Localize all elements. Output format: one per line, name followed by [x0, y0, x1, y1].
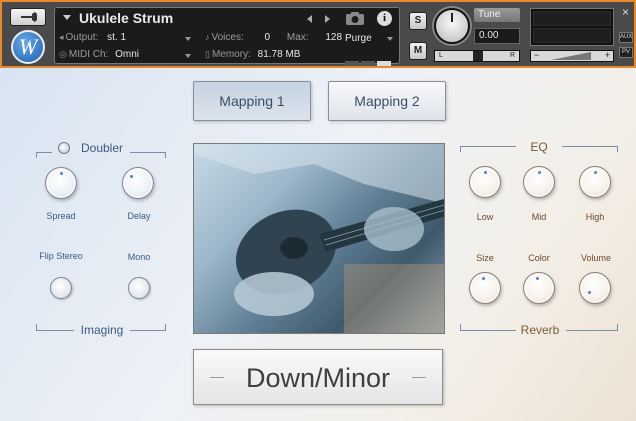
pan-handle[interactable] [473, 51, 483, 61]
previous-instrument-icon[interactable] [307, 15, 312, 23]
output-dropdown-arrow-icon[interactable] [185, 37, 191, 41]
tune-value[interactable]: 0.00 [474, 28, 520, 44]
tune-knob[interactable] [434, 8, 470, 44]
spread-knob[interactable] [45, 167, 77, 199]
mapping-1-button[interactable]: Mapping 1 [193, 81, 311, 121]
eq-title: EQ [530, 140, 548, 154]
midi-channel-row[interactable]: ◎ MIDI Ch: Omni [59, 49, 139, 60]
volume-slider[interactable]: − + [530, 50, 614, 62]
pv-button[interactable]: PV [619, 47, 633, 58]
midi-dropdown-arrow-icon[interactable] [185, 54, 191, 58]
tune-label: Tune [474, 8, 520, 22]
memory-icon: ▯ [205, 49, 210, 59]
doubler-title: Doubler [80, 141, 124, 155]
reverb-size-knob[interactable] [469, 272, 501, 304]
eq-high-knob[interactable] [579, 166, 611, 198]
flip-stereo-toggle[interactable] [50, 277, 72, 299]
camera-icon[interactable] [345, 11, 365, 26]
reverb-title: Reverb [520, 323, 560, 337]
purge-dropdown-arrow-icon[interactable] [387, 37, 393, 41]
mapping-2-button[interactable]: Mapping 2 [328, 81, 446, 121]
eq-mid-knob[interactable] [523, 166, 555, 198]
mute-button[interactable]: M [409, 42, 427, 60]
midi-channel-value: Omni [115, 49, 139, 60]
output-value: st. 1 [107, 32, 127, 43]
reverb-color-label: Color [528, 253, 550, 263]
reverb-volume-label: Volume [580, 253, 612, 263]
voices-row: ♪ Voices: 0 Max: 128 [205, 32, 343, 43]
delay-label: Delay [127, 211, 151, 221]
level-meter-left [533, 11, 611, 26]
imaging-title: Imaging [80, 323, 124, 337]
next-instrument-icon[interactable] [325, 15, 330, 23]
purge-button[interactable]: Purge [345, 33, 372, 44]
max-voices-value[interactable]: 128 [325, 32, 342, 43]
doubler-toggle[interactable] [58, 142, 70, 154]
eq-low-knob[interactable] [469, 166, 501, 198]
output-icon: ◂ [59, 32, 64, 42]
brand-logo: W [11, 30, 45, 64]
memory-row: ▯ Memory: 81.78 MB [205, 49, 301, 60]
aux-button[interactable]: AUX [619, 32, 633, 43]
level-meter-right [533, 28, 611, 43]
reverb-size-label: Size [476, 253, 494, 263]
wrench-icon [21, 12, 37, 22]
edit-wrench-button[interactable] [10, 8, 46, 26]
output-row[interactable]: ◂ Output: st. 1 [59, 32, 126, 43]
spread-label: Spread [46, 211, 76, 221]
pan-slider[interactable]: L R [434, 50, 520, 62]
volume-ramp [551, 52, 591, 60]
instrument-menu-arrow-icon[interactable] [63, 15, 71, 20]
memory-value: 81.78 MB [257, 49, 301, 60]
articulation-display[interactable]: Down/Minor [193, 349, 443, 405]
mono-label: Mono [127, 252, 151, 262]
flip-stereo-label: Flip Stereo [39, 251, 83, 261]
midi-icon: ◎ [59, 49, 67, 59]
level-meter [530, 8, 614, 46]
close-icon[interactable]: × [619, 6, 632, 19]
ukulele-player-photo [193, 143, 445, 334]
reverb-volume-knob[interactable] [579, 272, 611, 304]
instrument-name[interactable]: Ukulele Strum [79, 10, 173, 26]
voices-icon: ♪ [205, 32, 210, 42]
info-icon[interactable]: i [377, 11, 392, 26]
eq-high-label: High [585, 212, 605, 222]
mono-toggle[interactable] [128, 277, 150, 299]
eq-mid-label: Mid [531, 212, 547, 222]
instrument-header: W Ukulele Strum i ◂ Output: st. 1 ◎ MIDI C… [0, 0, 636, 68]
solo-button[interactable]: S [409, 12, 427, 30]
instrument-info-panel: Ukulele Strum i ◂ Output: st. 1 ◎ MIDI Ch:… [54, 7, 400, 66]
instrument-panel: Mapping 1 Mapping 2 Doubler Spread Delay… [0, 68, 636, 421]
eq-low-label: Low [476, 212, 494, 222]
delay-knob[interactable] [122, 167, 154, 199]
reverb-color-knob[interactable] [523, 272, 555, 304]
voices-value: 0 [264, 32, 271, 43]
